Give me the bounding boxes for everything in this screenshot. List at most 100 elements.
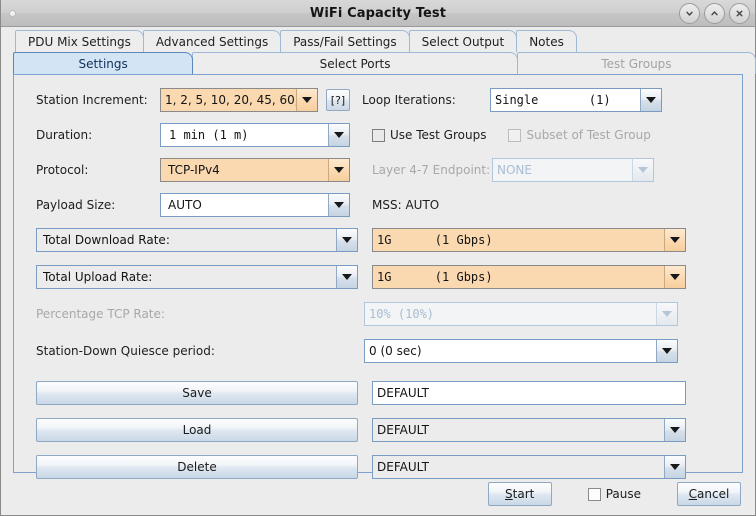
protocol-combo[interactable]: TCP-IPv4	[160, 158, 350, 182]
tab-select-output[interactable]: Select Output	[408, 30, 518, 52]
duration-label: Duration:	[36, 128, 93, 142]
tab-label: Pass/Fail Settings	[293, 34, 397, 49]
chevron-down-icon[interactable]	[328, 124, 349, 146]
tab-row-primary: Settings Select Ports Test Groups	[1, 52, 756, 74]
row-station-increment: Station Increment: 1, 2, 5, 10, 20, 45, …	[28, 87, 728, 113]
layer47-endpoint-combo: NONE	[492, 158, 654, 182]
chevron-down-icon[interactable]	[296, 89, 317, 111]
maximize-button[interactable]	[704, 3, 725, 24]
row-save: Save DEFAULT	[28, 380, 728, 406]
tab-settings[interactable]: Settings	[13, 52, 194, 74]
delete-button[interactable]: Delete	[36, 455, 358, 479]
loop-iterations-combo[interactable]: Single (1)	[490, 88, 662, 112]
tab-select-ports[interactable]: Select Ports	[192, 52, 518, 74]
duration-combo[interactable]: 1 min (1 m)	[160, 123, 350, 147]
load-name-combo[interactable]: DEFAULT	[372, 418, 686, 442]
tab-row-secondary: PDU Mix Settings Advanced Settings Pass/…	[1, 29, 755, 52]
load-button-label: Load	[182, 423, 212, 437]
cancel-button-label: ancel	[697, 487, 730, 501]
start-button[interactable]: Start	[487, 482, 552, 506]
chevron-down-icon[interactable]	[664, 419, 685, 441]
tab-label: PDU Mix Settings	[28, 34, 131, 49]
duration-value: 1 min (1 m)	[169, 128, 249, 142]
pause-label: Pause	[605, 487, 641, 501]
use-test-groups-checkbox[interactable]: Use Test Groups	[372, 128, 486, 142]
tab-pass-fail-settings[interactable]: Pass/Fail Settings	[280, 30, 410, 52]
total-download-rate-value-combo[interactable]: 1G (1 Gbps)	[372, 228, 686, 252]
window-title: WiFi Capacity Test	[309, 5, 447, 21]
tab-notes[interactable]: Notes	[516, 30, 577, 52]
load-button[interactable]: Load	[36, 418, 358, 442]
station-increment-combo[interactable]: 1, 2, 5, 10, 20, 45, 60, 100	[160, 88, 318, 112]
quiesce-period-combo[interactable]: 0 (0 sec)	[364, 339, 678, 363]
chevron-down-icon[interactable]	[328, 159, 349, 181]
subset-of-test-group-checkbox: Subset of Test Group	[508, 128, 651, 142]
chevron-down-icon[interactable]	[664, 229, 685, 251]
title-bar: WiFi Capacity Test	[1, 0, 755, 27]
minimize-button[interactable]	[679, 3, 700, 24]
start-button-label: tart	[512, 487, 535, 501]
chevron-down-icon[interactable]	[328, 194, 349, 216]
chevron-down-icon[interactable]	[336, 229, 357, 251]
save-name-input[interactable]: DEFAULT	[372, 381, 686, 405]
row-total-upload-rate: Total Upload Rate: 1G (1 Gbps)	[28, 264, 728, 290]
loop-iterations-value: Single (1)	[495, 93, 611, 107]
total-upload-rate-label: Total Upload Rate:	[43, 270, 153, 284]
row-delete: Delete DEFAULT	[28, 454, 728, 480]
row-quiesce-period: Station-Down Quiesce period: 0 (0 sec)	[28, 338, 728, 364]
tab-label: Settings	[78, 56, 128, 71]
save-button[interactable]: Save	[36, 381, 358, 405]
row-total-download-rate: Total Download Rate: 1G (1 Gbps)	[28, 227, 728, 253]
cancel-button[interactable]: Cancel	[677, 482, 741, 506]
chevron-down-icon[interactable]	[664, 266, 685, 288]
mss-label: MSS: AUTO	[372, 198, 440, 212]
total-upload-rate-value: 1G (1 Gbps)	[377, 270, 493, 284]
station-increment-value[interactable]: 1, 2, 5, 10, 20, 45, 60, 100	[161, 89, 296, 111]
close-button[interactable]	[729, 3, 750, 24]
delete-name-combo[interactable]: DEFAULT	[372, 455, 686, 479]
row-percentage-tcp-rate: Percentage TCP Rate: 10% (10%)	[28, 301, 728, 327]
loop-iterations-label: Loop Iterations:	[362, 93, 456, 107]
window-menu-icon[interactable]	[9, 10, 16, 17]
wifi-capacity-test-window: WiFi Capacity Test PDU Mix Settings Adva…	[0, 0, 756, 516]
total-upload-rate-value-combo[interactable]: 1G (1 Gbps)	[372, 265, 686, 289]
tab-label: Test Groups	[601, 56, 672, 71]
chevron-down-icon[interactable]	[656, 340, 677, 362]
close-icon	[736, 10, 743, 17]
tab-test-groups: Test Groups	[516, 52, 756, 74]
subset-of-test-group-label: Subset of Test Group	[526, 128, 651, 142]
payload-size-combo[interactable]: AUTO	[160, 193, 350, 217]
delete-name-value: DEFAULT	[377, 460, 429, 474]
row-protocol: Protocol: TCP-IPv4 Layer 4-7 Endpoint: N…	[28, 157, 728, 183]
chevron-down-icon[interactable]	[664, 456, 685, 478]
tab-advanced-settings[interactable]: Advanced Settings	[142, 30, 282, 52]
station-increment-label: Station Increment:	[36, 93, 148, 107]
tab-label: Notes	[529, 34, 564, 49]
chevron-down-icon[interactable]	[640, 89, 661, 111]
chevron-down-icon[interactable]	[336, 266, 357, 288]
payload-size-label: Payload Size:	[36, 198, 116, 212]
station-increment-help-button[interactable]: [?]	[326, 89, 350, 111]
percentage-tcp-rate-combo: 10% (10%)	[364, 302, 678, 326]
settings-panel: Station Increment: 1, 2, 5, 10, 20, 45, …	[13, 74, 743, 479]
payload-size-value: AUTO	[168, 198, 202, 212]
load-name-value: DEFAULT	[377, 423, 429, 437]
total-upload-rate-combo[interactable]: Total Upload Rate:	[36, 265, 358, 289]
quiesce-period-value: 0 (0 sec)	[369, 344, 422, 358]
row-duration: Duration: 1 min (1 m) Use Test Groups Su…	[28, 122, 728, 148]
chevron-down-icon	[656, 303, 677, 325]
chevron-down-icon	[686, 11, 693, 16]
checkbox-box[interactable]	[372, 128, 385, 142]
row-load: Load DEFAULT	[28, 417, 728, 443]
total-download-rate-combo[interactable]: Total Download Rate:	[36, 228, 358, 252]
window-controls	[679, 3, 750, 24]
quiesce-period-label: Station-Down Quiesce period:	[36, 344, 215, 358]
pause-checkbox[interactable]: Pause	[587, 487, 641, 501]
tab-pdu-mix-settings[interactable]: PDU Mix Settings	[15, 30, 144, 52]
total-download-rate-label: Total Download Rate:	[43, 233, 170, 247]
checkbox-box[interactable]	[587, 487, 601, 501]
chevron-down-icon	[632, 159, 653, 181]
tab-bar: PDU Mix Settings Advanced Settings Pass/…	[1, 27, 756, 74]
percentage-tcp-rate-value: 10% (10%)	[369, 307, 435, 321]
start-button-mnemonic: S	[505, 487, 513, 501]
